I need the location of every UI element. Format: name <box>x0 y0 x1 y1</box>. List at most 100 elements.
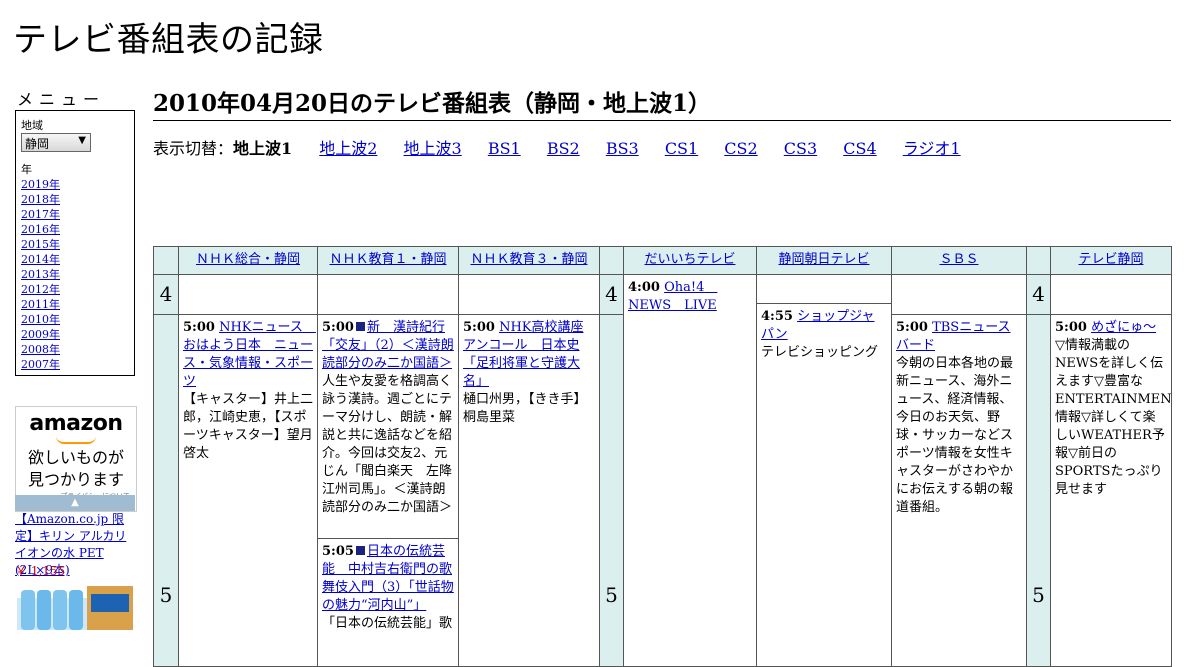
channel-header: 静岡朝日テレビ <box>757 247 892 275</box>
program-cell: 5:00 新 漢詩紀行「交友」（2）＜漢詩朗読部分のみ二か国語＞ 人生や友愛を格調… <box>318 315 459 539</box>
year-link[interactable]: 2012年 <box>21 282 60 297</box>
year-link[interactable]: 2019年 <box>21 177 60 192</box>
program-time: 5:00 <box>1055 320 1087 335</box>
channel-link-sbs[interactable]: ＳＢＳ <box>939 252 978 267</box>
channel-header: テレビ静岡 <box>1051 247 1172 275</box>
product-image[interactable] <box>15 580 135 630</box>
hour-label: 4 <box>154 275 179 315</box>
channel-link-asahi[interactable]: 静岡朝日テレビ <box>778 252 869 267</box>
program-cell: 5:00 めざにゅ～ ▽情報満載のNEWSを詳しく伝えます▽豊富なENTERTA… <box>1051 315 1172 667</box>
program-time: 4:00 <box>628 280 660 295</box>
header-spacer <box>1027 247 1051 275</box>
hour-label: 5 <box>600 315 624 667</box>
year-link[interactable]: 2011年 <box>21 297 60 312</box>
hour-label: 5 <box>1027 315 1051 667</box>
amazon-smile-icon <box>56 436 96 444</box>
program-time: 5:00 <box>183 320 215 335</box>
switch-link-cs3[interactable]: CS3 <box>784 139 817 158</box>
program-time: 5:00 <box>463 320 495 335</box>
program-title-link[interactable]: めざにゅ～ <box>1091 320 1156 335</box>
year-link[interactable]: 2016年 <box>21 222 60 237</box>
header-spacer <box>600 247 624 275</box>
program-cell: 5:00 NHKニュース おはよう日本 ニュース・気象情報・スポーツ 【キャスタ… <box>179 315 318 667</box>
channel-link-nhk-e3[interactable]: ＮＨＫ教育３・静岡 <box>470 252 587 267</box>
year-list: 2019年 2018年 2017年 2016年 2015年 2014年 2013… <box>21 177 60 372</box>
channel-link-nhk-g[interactable]: ＮＨＫ総合・静岡 <box>196 252 300 267</box>
switch-link-cs1[interactable]: CS1 <box>665 139 698 158</box>
program-cell: 4:00 Oha!4 NEWS LIVE <box>624 275 757 667</box>
program-cell: 5:00 NHK高校講座アンコール 日本史「足利将軍と守護大名」 樋口州男，【き… <box>459 315 600 667</box>
channel-link-daiichi[interactable]: だいいちテレビ <box>644 252 735 267</box>
menu-title: メニュー <box>17 90 106 109</box>
year-link[interactable]: 2018年 <box>21 192 60 207</box>
program-cell: 4:55 ショップジャパン テレビショッピング <box>757 304 892 667</box>
page-heading: 2010年04月20日のテレビ番組表（静岡・地上波1） <box>153 84 1171 121</box>
empty-slot <box>179 275 318 315</box>
program-desc: 人生や友愛を格調高く詠う漢詩。週ごとにテーマ分けし、朗読・解説と共に逸話などを紹… <box>322 374 453 515</box>
region-label: 地域 <box>21 119 43 132</box>
empty-slot <box>459 275 600 315</box>
program-desc: 樋口州男，【きき手】桐島里菜 <box>463 392 587 425</box>
program-desc: 「日本の伝統芸能」歌 <box>322 616 453 631</box>
year-link[interactable]: 2014年 <box>21 252 60 267</box>
data-broadcast-icon <box>355 322 365 331</box>
year-link[interactable]: 2009年 <box>21 327 60 342</box>
program-cell: 5:05 日本の伝統芸能 中村吉右衛門の歌舞伎入門（3）「世話物の魅力“河内山”」… <box>318 539 459 667</box>
switch-link-terrestrial2[interactable]: 地上波2 <box>319 139 377 158</box>
site-title: テレビ番組表の記録 <box>13 20 324 60</box>
program-desc: ▽情報満載のNEWSを詳しく伝えます▽豊富なENTERTAINMENT情報▽詳し… <box>1055 338 1172 497</box>
program-time: 5:00 <box>896 320 928 335</box>
channel-header: ＮＨＫ教育３・静岡 <box>459 247 600 275</box>
region-value: 静岡 <box>25 137 50 151</box>
channel-link-tv-shizuoka[interactable]: テレビ静岡 <box>1078 252 1143 267</box>
program-grid: ＮＨＫ総合・静岡 ＮＨＫ教育１・静岡 ＮＨＫ教育３・静岡 だいいちテレビ 静岡朝… <box>153 246 1172 667</box>
channel-header: だいいちテレビ <box>624 247 757 275</box>
switch-link-cs4[interactable]: CS4 <box>843 139 876 158</box>
program-desc: 【キャスター】井上二郎，江崎史恵，【スポーツキャスター】望月啓太 <box>183 392 314 461</box>
product-price: ￥ 1,155 <box>15 564 66 578</box>
year-link[interactable]: 2010年 <box>21 312 60 327</box>
switch-link-bs1[interactable]: BS1 <box>488 139 521 158</box>
channel-switcher: 表示切替：地上波1 地上波2 地上波3 BS1 BS2 BS3 CS1 CS2 … <box>153 135 982 159</box>
header-spacer <box>154 247 179 275</box>
year-link[interactable]: 2008年 <box>21 342 60 357</box>
empty-slot <box>757 275 892 304</box>
switch-link-bs3[interactable]: BS3 <box>606 139 639 158</box>
program-cell: 5:00 TBSニュースバード 今朝の日本各地の最新ニュース、海外ニュース、経済… <box>892 315 1027 667</box>
channel-header: ＮＨＫ教育１・静岡 <box>318 247 459 275</box>
ad-line: 見つかります <box>27 470 124 489</box>
hour-label: 5 <box>154 315 179 667</box>
year-link[interactable]: 2007年 <box>21 357 60 372</box>
channel-header: ＮＨＫ総合・静岡 <box>179 247 318 275</box>
amazon-logo: amazon <box>29 411 123 436</box>
program-time: 5:05 <box>322 544 354 559</box>
ad-line: 欲しいものが <box>27 448 124 467</box>
channel-header: ＳＢＳ <box>892 247 1027 275</box>
switch-current: 地上波1 <box>233 139 293 158</box>
program-desc: 今朝の日本各地の最新ニュース、海外ニュース、経済情報、今日のお天気、野球・サッカ… <box>896 356 1014 515</box>
chevron-up-icon: ▲ <box>71 497 79 508</box>
empty-slot <box>892 275 1027 315</box>
ad-collapse-bar[interactable]: ▲ <box>15 495 135 511</box>
dropdown-arrow-icon: ▼ <box>78 135 86 146</box>
switch-link-terrestrial3[interactable]: 地上波3 <box>404 139 462 158</box>
empty-slot <box>1051 275 1172 315</box>
switch-link-cs2[interactable]: CS2 <box>724 139 757 158</box>
channel-link-nhk-e1[interactable]: ＮＨＫ教育１・静岡 <box>329 252 446 267</box>
year-link[interactable]: 2013年 <box>21 267 60 282</box>
data-broadcast-icon <box>355 546 365 555</box>
hour-label: 4 <box>600 275 624 315</box>
program-desc: テレビショッピング <box>761 345 879 360</box>
program-time: 5:00 <box>322 320 354 335</box>
region-select[interactable]: 静岡 ▼ <box>21 133 91 152</box>
year-link[interactable]: 2017年 <box>21 207 60 222</box>
switch-link-bs2[interactable]: BS2 <box>547 139 580 158</box>
hour-label: 4 <box>1027 275 1051 315</box>
switch-link-radio1[interactable]: ラジオ1 <box>903 139 961 158</box>
empty-slot <box>318 275 459 315</box>
year-link[interactable]: 2015年 <box>21 237 60 252</box>
program-time: 4:55 <box>761 309 793 324</box>
year-label: 年 <box>21 163 32 176</box>
menu-box: 地域 静岡 ▼ 年 2019年 2018年 2017年 2016年 2015年 … <box>15 110 135 376</box>
switch-label: 表示切替： <box>153 139 234 158</box>
